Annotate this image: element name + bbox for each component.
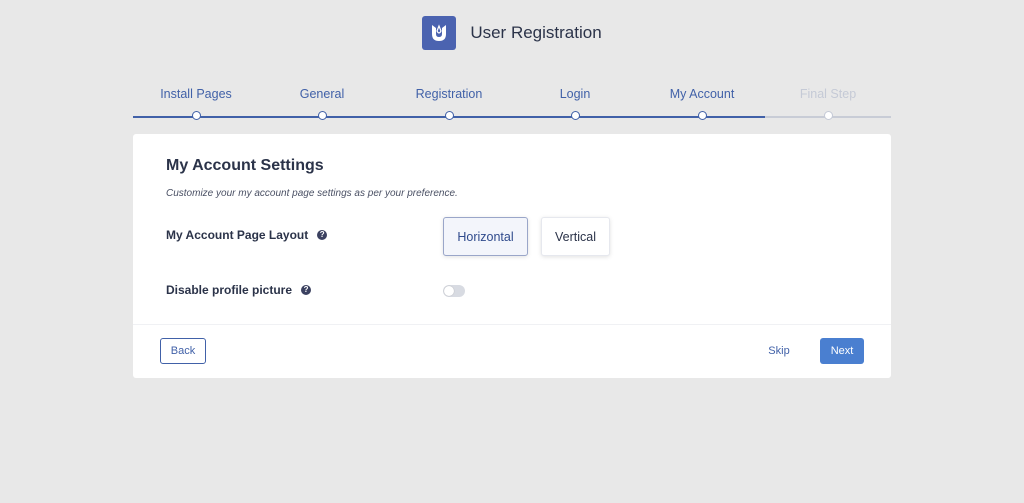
question-circle-icon[interactable]: ?: [317, 230, 328, 240]
step-label: Install Pages: [160, 87, 232, 101]
wizard-stepper: Install Pages General Registration Login…: [133, 80, 891, 124]
skip-button[interactable]: Skip: [761, 338, 797, 364]
profile-picture-setting-text: Disable profile picture: [166, 283, 293, 297]
settings-card: My Account Settings Customize your my ac…: [133, 134, 891, 378]
layout-setting-text: My Account Page Layout: [166, 228, 309, 242]
disable-profile-picture-toggle[interactable]: [443, 285, 465, 297]
step-dot-icon: [698, 111, 707, 120]
step-general[interactable]: General: [259, 80, 385, 120]
step-install-pages[interactable]: Install Pages: [133, 80, 259, 120]
header: User Registration: [0, 15, 1024, 51]
step-dot-icon: [445, 111, 454, 120]
app-title: User Registration: [470, 23, 602, 42]
step-label: Login: [559, 87, 591, 101]
profile-picture-setting-label: Disable profile picture ?: [166, 283, 312, 297]
step-label: Final Step: [799, 87, 857, 101]
step-dot-icon: [318, 111, 327, 120]
step-final-step[interactable]: Final Step: [765, 80, 891, 120]
layout-option-horizontal[interactable]: Horizontal: [443, 217, 528, 256]
step-label: General: [299, 87, 345, 101]
step-label: My Account: [669, 87, 735, 101]
step-my-account[interactable]: My Account: [639, 80, 765, 120]
question-circle-icon[interactable]: ?: [301, 285, 312, 295]
setup-wizard-page: User Registration Install Pages General …: [0, 0, 1024, 503]
card-description: Customize your my account page settings …: [166, 188, 458, 199]
step-label: Registration: [415, 87, 483, 101]
step-dot-icon: [192, 111, 201, 120]
step-registration[interactable]: Registration: [386, 80, 512, 120]
toggle-knob: [444, 286, 454, 296]
user-registration-logo-icon: [422, 16, 457, 50]
card-title: My Account Settings: [166, 157, 324, 174]
back-button[interactable]: Back: [160, 338, 206, 364]
step-dot-icon: [824, 111, 833, 120]
layout-option-vertical[interactable]: Vertical: [541, 217, 610, 256]
step-dot-icon: [571, 111, 580, 120]
next-button[interactable]: Next: [820, 338, 864, 364]
layout-setting-label: My Account Page Layout ?: [166, 228, 328, 242]
step-login[interactable]: Login: [512, 80, 638, 120]
footer-divider: [133, 324, 891, 325]
